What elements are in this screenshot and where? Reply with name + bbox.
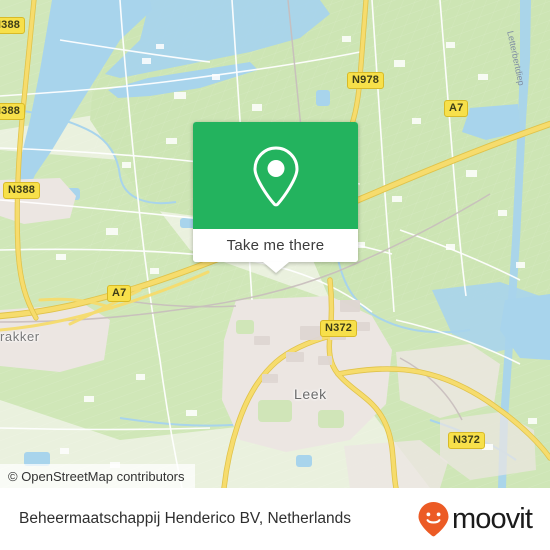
road-shield-n388-a: N388 bbox=[0, 17, 26, 34]
moovit-pin-smiley-icon bbox=[418, 502, 449, 537]
shield-label: N372 bbox=[453, 434, 481, 446]
footer-bar: Beheermaatschappij Henderico BV, Netherl… bbox=[0, 488, 550, 550]
map-attribution[interactable]: © OpenStreetMap contributors bbox=[0, 464, 195, 488]
road-shield-n372-north: N372 bbox=[320, 320, 358, 337]
shield-label: N388 bbox=[0, 105, 21, 117]
popup-action-panel[interactable]: Take me there bbox=[193, 229, 358, 262]
map-page: N388 N388 N388 N978 A7 A7 N372 N372 Leek… bbox=[0, 0, 550, 550]
popup-icon-panel bbox=[193, 122, 358, 229]
location-pin-icon bbox=[252, 145, 299, 206]
road-shield-a7-west: A7 bbox=[107, 285, 132, 302]
shield-label: N372 bbox=[325, 322, 353, 334]
shield-label: N388 bbox=[8, 184, 36, 196]
place-label-leek: Leek bbox=[294, 386, 327, 402]
road-shield-a7-east: A7 bbox=[444, 100, 469, 117]
take-me-there-label: Take me there bbox=[226, 237, 325, 254]
road-shield-n978: N978 bbox=[347, 72, 385, 89]
popup-tail bbox=[262, 262, 289, 273]
shield-label: A7 bbox=[112, 287, 127, 299]
shield-label: A7 bbox=[449, 102, 464, 114]
attribution-text: © OpenStreetMap contributors bbox=[8, 468, 185, 484]
moovit-wordmark: moovit bbox=[451, 502, 533, 535]
shield-label: N388 bbox=[0, 19, 21, 31]
location-title: Beheermaatschappij Henderico BV, Netherl… bbox=[19, 510, 352, 527]
map-canvas[interactable]: N388 N388 N388 N978 A7 A7 N372 N372 Leek… bbox=[0, 0, 550, 488]
shield-label: N978 bbox=[352, 74, 380, 86]
moovit-brand[interactable]: moovit bbox=[417, 501, 533, 537]
place-label-rakker: rakker bbox=[0, 329, 40, 344]
take-me-there-popup[interactable]: Take me there bbox=[193, 122, 358, 273]
road-shield-n388-c: N388 bbox=[3, 182, 41, 199]
road-shield-n372-south: N372 bbox=[448, 432, 486, 449]
road-shield-n388-b: N388 bbox=[0, 103, 26, 120]
